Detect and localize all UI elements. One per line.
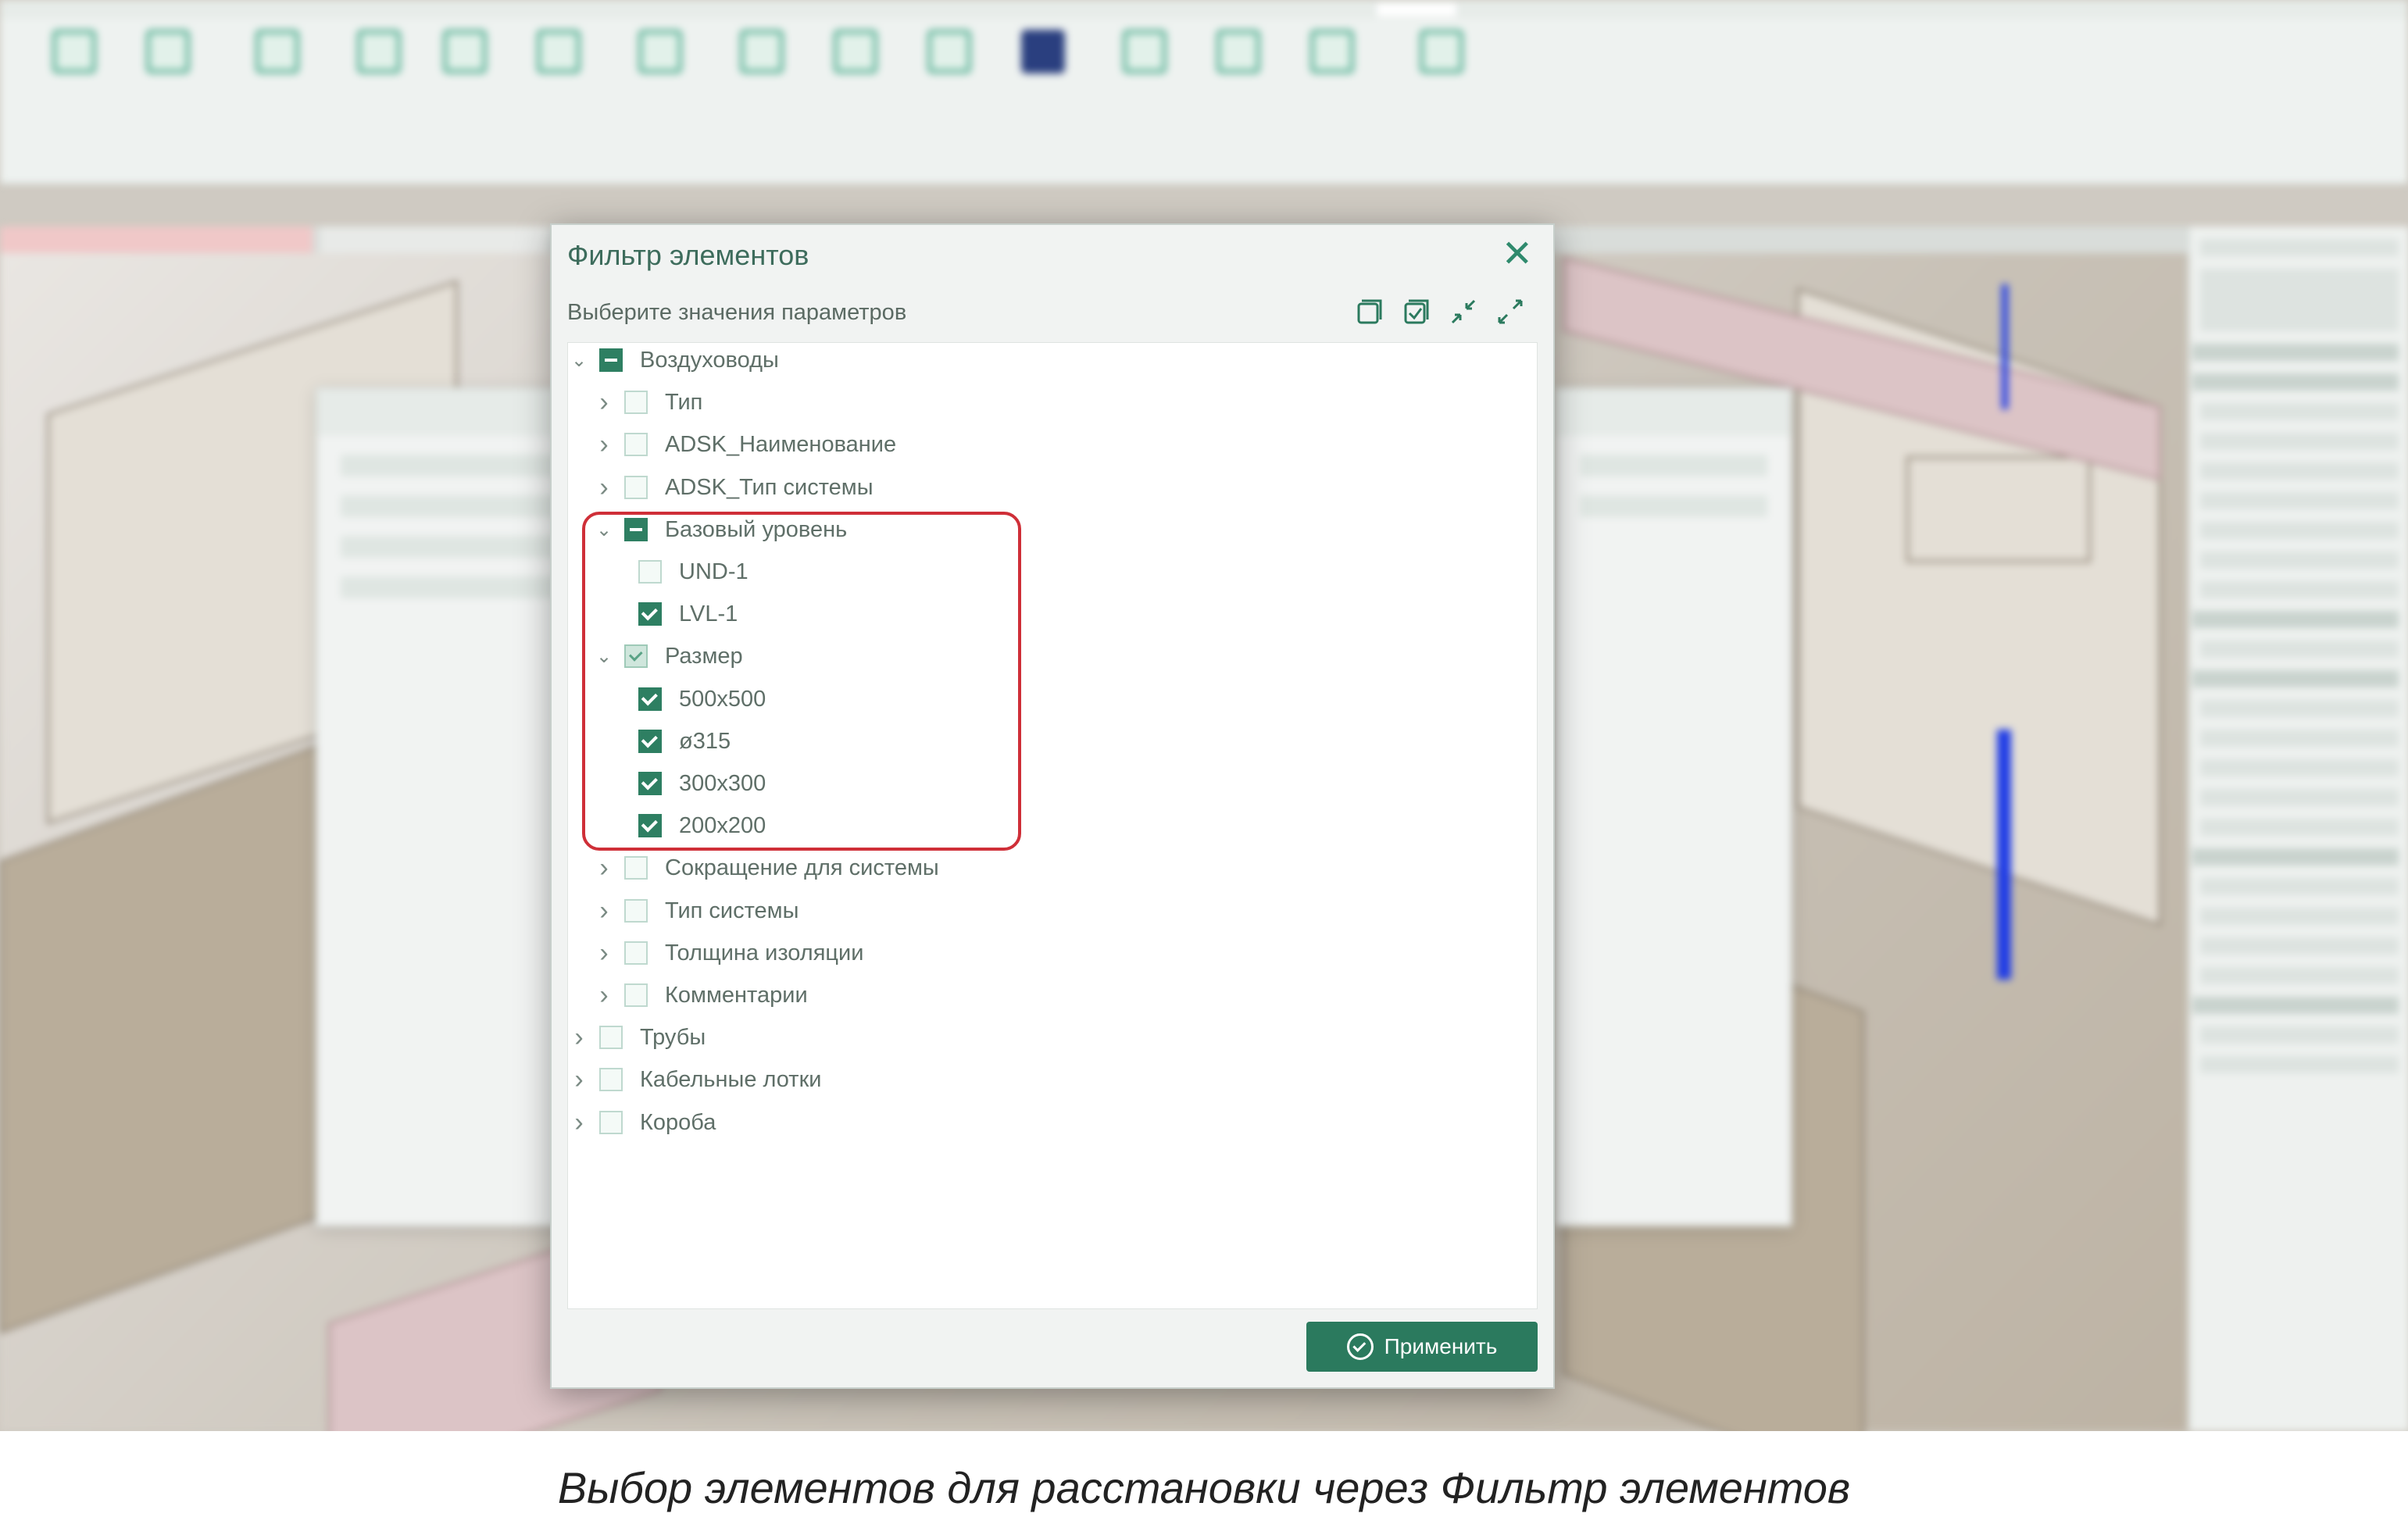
tree-node-label: ADSK_Наименование	[665, 431, 897, 457]
tree-node-label: Воздуховоды	[640, 347, 779, 373]
chevron-right-icon[interactable]: ›	[593, 853, 615, 883]
tree-node-label: Толщина изоляции	[665, 940, 864, 966]
ribbon	[0, 19, 2408, 184]
tree-node[interactable]: › ADSK_Наименование	[593, 429, 896, 460]
chevron-right-icon[interactable]: ›	[593, 980, 615, 1010]
tree-node-checkbox[interactable]	[599, 1111, 623, 1134]
tree-node-checkbox[interactable]	[624, 644, 648, 668]
chevron-right-icon[interactable]: ›	[593, 387, 615, 417]
tree-node[interactable]: ⌄ Размер	[593, 641, 743, 672]
tree-node-checkbox[interactable]	[599, 348, 623, 372]
tree-node[interactable]: › Комментарии	[593, 980, 808, 1011]
tree-node[interactable]: LVL-1	[607, 598, 738, 630]
tree-node-label: 200x200	[679, 812, 766, 838]
tree-node-label: LVL-1	[679, 601, 738, 626]
chevron-down-icon[interactable]: ⌄	[593, 645, 615, 667]
tree-node-checkbox[interactable]	[638, 814, 662, 837]
tree-node-label: Тип	[665, 389, 703, 415]
tree-toolbar	[1353, 295, 1527, 328]
tree-node-label: Кабельные лотки	[640, 1066, 822, 1092]
tree-node-label: Размер	[665, 643, 743, 669]
tree-node-checkbox[interactable]	[624, 899, 648, 923]
tree-node-label: Комментарии	[665, 982, 808, 1008]
tree-node[interactable]: 300x300	[607, 768, 766, 799]
close-icon[interactable]: ✕	[1502, 236, 1533, 273]
tree-node[interactable]: › Короба	[568, 1107, 716, 1138]
tree-node-checkbox[interactable]	[638, 687, 662, 711]
tree-node-checkbox[interactable]	[638, 602, 662, 626]
tree-node-label: ADSK_Тип системы	[665, 474, 874, 500]
chevron-right-icon[interactable]: ›	[568, 1023, 590, 1052]
chevron-right-icon[interactable]: ›	[593, 938, 615, 968]
tree-node[interactable]: › Толщина изоляции	[593, 937, 863, 969]
chevron-right-icon[interactable]: ›	[568, 1065, 590, 1094]
parameter-tree: ⌄ Воздуховоды › Тип › ADSK_Наименование › ADSK_…	[567, 342, 1538, 1309]
tree-node[interactable]: UND-1	[607, 556, 748, 587]
check-all-icon[interactable]	[1400, 295, 1433, 328]
tree-node[interactable]: › ADSK_Тип системы	[593, 472, 874, 503]
tree-node[interactable]: › Трубы	[568, 1022, 706, 1053]
background-panel-right	[1555, 387, 1792, 1226]
tree-node-label: Базовый уровень	[665, 516, 848, 542]
collapse-all-icon[interactable]	[1447, 295, 1480, 328]
tree-node-checkbox[interactable]	[638, 560, 662, 584]
tree-node[interactable]: ø315	[607, 726, 731, 757]
tree-node-label: 300x300	[679, 770, 766, 796]
tree-node-label: 500x500	[679, 686, 766, 712]
tree-node-checkbox[interactable]	[599, 1026, 623, 1049]
tree-node[interactable]: ⌄ Базовый уровень	[593, 514, 847, 545]
tree-node[interactable]: 500x500	[607, 684, 766, 715]
tree-node[interactable]: › Кабельные лотки	[568, 1064, 821, 1095]
apply-button-label: Применить	[1384, 1334, 1498, 1358]
tree-node-checkbox[interactable]	[638, 730, 662, 753]
tree-node-label: ø315	[679, 728, 731, 754]
check-circle-icon	[1346, 1333, 1374, 1360]
chevron-right-icon[interactable]: ›	[593, 430, 615, 459]
uncheck-all-icon[interactable]	[1353, 295, 1386, 328]
apply-button[interactable]: Применить	[1306, 1322, 1538, 1372]
chevron-down-icon[interactable]: ⌄	[593, 519, 615, 541]
tree-node-checkbox[interactable]	[638, 772, 662, 795]
tree-node-checkbox[interactable]	[624, 433, 648, 456]
tree-node-label: Тип системы	[665, 898, 799, 923]
tree-node-label: Короба	[640, 1109, 716, 1135]
tree-node-checkbox[interactable]	[624, 518, 648, 541]
expand-all-icon[interactable]	[1494, 295, 1527, 328]
tree-node[interactable]: ⌄ Воздуховоды	[568, 344, 779, 376]
tree-node-label: Трубы	[640, 1024, 706, 1050]
dialog-subtitle: Выберите значения параметров	[567, 300, 907, 325]
tree-node[interactable]: › Тип	[593, 387, 702, 418]
tree-node-checkbox[interactable]	[624, 391, 648, 414]
tree-node-checkbox[interactable]	[624, 856, 648, 880]
chevron-down-icon[interactable]: ⌄	[568, 349, 590, 371]
figure-caption: Выбор элементов для расстановки через Фи…	[557, 1463, 1851, 1512]
tree-node[interactable]: 200x200	[607, 810, 766, 841]
tree-node-checkbox[interactable]	[624, 476, 648, 499]
tree-node-checkbox[interactable]	[599, 1068, 623, 1091]
app-screen: Фильтр элементов ✕ Выберите значения пар…	[0, 0, 2408, 1431]
tree-node[interactable]: › Тип системы	[593, 895, 798, 926]
properties-panel	[2188, 227, 2408, 1431]
chevron-right-icon[interactable]: ›	[568, 1108, 590, 1137]
ribbon-tab-bar	[0, 0, 2408, 20]
tree-node-label: Сокращение для системы	[665, 855, 939, 880]
tree-node-checkbox[interactable]	[624, 941, 648, 965]
chevron-right-icon[interactable]: ›	[593, 473, 615, 502]
tree-node-label: UND-1	[679, 559, 748, 584]
element-filter-dialog: Фильтр элементов ✕ Выберите значения пар…	[550, 223, 1555, 1389]
chevron-right-icon[interactable]: ›	[593, 896, 615, 926]
tree-node[interactable]: › Сокращение для системы	[593, 852, 939, 883]
dialog-title: Фильтр элементов	[567, 239, 809, 271]
tree-node-checkbox[interactable]	[624, 983, 648, 1007]
